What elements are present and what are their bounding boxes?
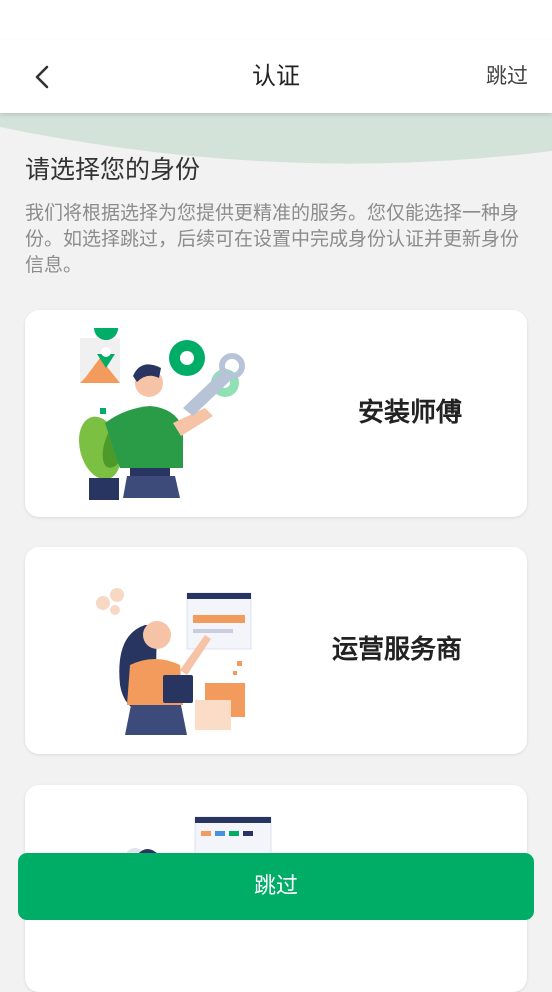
nav-bar: 认证 跳过 [0, 40, 552, 113]
skip-button[interactable]: 跳过 [18, 853, 534, 920]
role-label: 安装师傅 [357, 398, 462, 428]
skip-link[interactable]: 跳过 [486, 40, 528, 113]
page-title: 认证 [252, 62, 300, 90]
role-card-installer[interactable]: 安装师傅 [25, 310, 527, 517]
operator-illustration [96, 588, 252, 735]
role-label: 运营服务商 [331, 635, 462, 665]
status-bar [0, 0, 552, 40]
section-heading: 请选择您的身份 [25, 155, 201, 184]
installer-illustration [78, 328, 245, 500]
section-description: 我们将根据选择为您提供更精准的服务。您仅能选择一种身份。如选择跳过，后续可在设置… [25, 202, 520, 276]
role-card-operator[interactable]: 运营服务商 [25, 547, 527, 754]
